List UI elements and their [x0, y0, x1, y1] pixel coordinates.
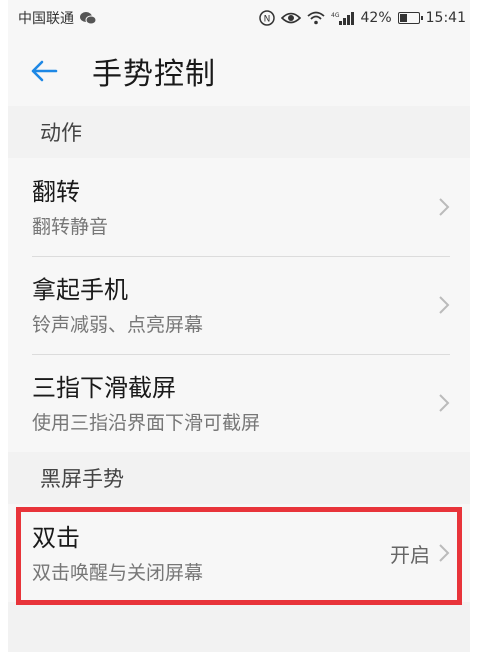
- screen-off-list: 双击 双击唤醒与关闭屏幕 开启: [8, 504, 470, 602]
- item-subtitle: 使用三指沿界面下滑可截屏: [32, 411, 261, 434]
- network-type-label: 4G: [331, 12, 340, 19]
- right-edge: [470, 0, 478, 652]
- left-edge: [0, 0, 8, 652]
- eye-comfort-icon: [280, 11, 301, 25]
- chevron-right-icon: [439, 296, 450, 314]
- chevron-right-icon: [439, 394, 450, 412]
- item-subtitle: 铃声减弱、点亮屏幕: [32, 313, 204, 336]
- item-title: 三指下滑截屏: [32, 373, 176, 402]
- list-item-three-finger-screenshot[interactable]: 三指下滑截屏 使用三指沿界面下滑可截屏: [8, 354, 470, 452]
- chevron-right-icon: [439, 544, 450, 562]
- arrow-left-icon: [31, 60, 58, 82]
- battery-level-fill: [399, 14, 408, 22]
- battery-icon: [397, 12, 423, 24]
- page-title: 手势控制: [92, 57, 216, 92]
- item-subtitle: 翻转静音: [32, 215, 109, 238]
- section-header-actions: 动作: [8, 106, 470, 158]
- actions-list: 翻转 翻转静音 拿起手机 铃声减弱、点亮屏幕 三指下滑截屏 使用三指沿界面下滑可…: [8, 158, 470, 452]
- item-status-value: 开启: [390, 542, 430, 567]
- status-bar: 中国联通 N 4G 42% 15:41: [0, 0, 478, 36]
- back-button[interactable]: [30, 51, 70, 91]
- app-header: 手势控制: [0, 36, 478, 106]
- chevron-right-icon: [439, 198, 450, 216]
- list-item-double-tap[interactable]: 双击 双击唤醒与关闭屏幕 开启: [8, 504, 470, 602]
- clock-time: 15:41: [425, 10, 466, 26]
- wifi-icon: [306, 11, 325, 25]
- item-title: 翻转: [32, 177, 80, 206]
- svg-text:N: N: [263, 15, 270, 25]
- battery-percent: 42%: [360, 10, 392, 26]
- wechat-icon: [80, 11, 96, 25]
- item-title: 双击: [32, 523, 80, 552]
- list-item-pickup[interactable]: 拿起手机 铃声减弱、点亮屏幕: [8, 256, 470, 354]
- carrier-label: 中国联通: [18, 11, 74, 27]
- item-subtitle: 双击唤醒与关闭屏幕: [32, 561, 204, 584]
- list-item-flip[interactable]: 翻转 翻转静音: [8, 158, 470, 256]
- item-title: 拿起手机: [32, 275, 128, 304]
- signal-icon: 4G: [331, 11, 355, 25]
- nfc-icon: N: [258, 10, 275, 26]
- section-header-screen-off-gestures: 黑屏手势: [8, 452, 470, 504]
